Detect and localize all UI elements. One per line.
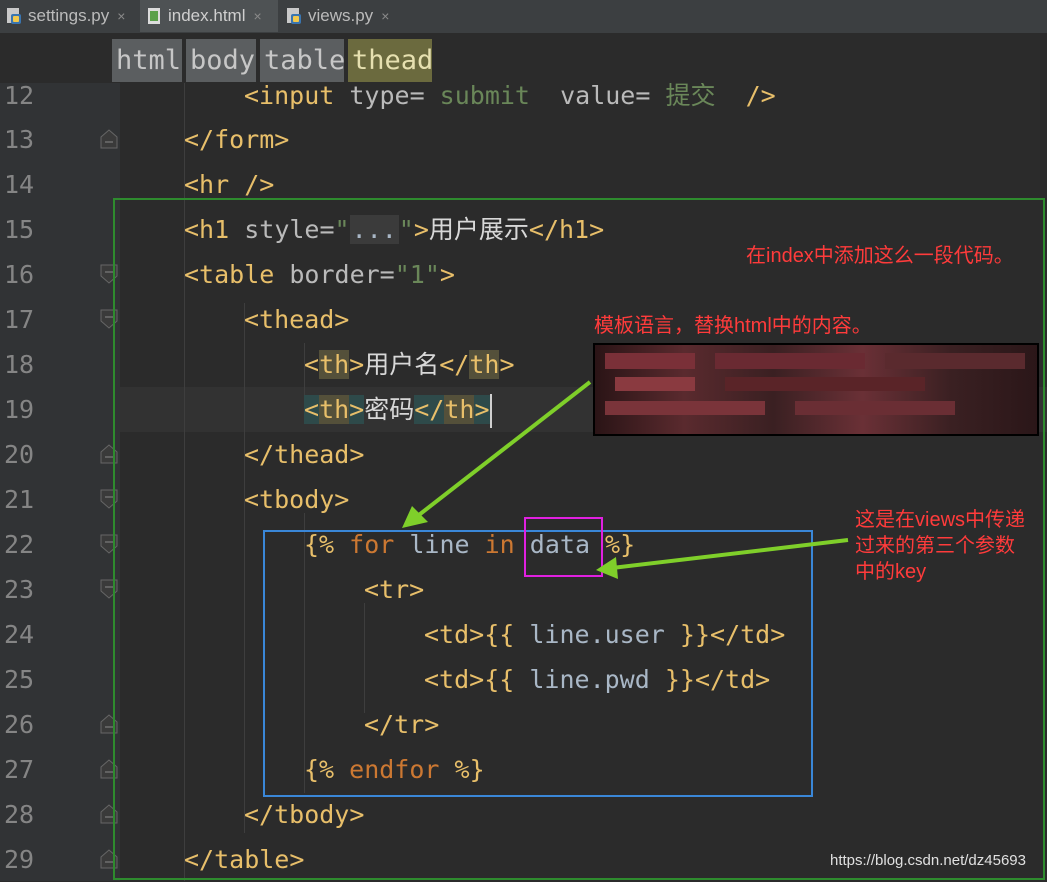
annotation-note-1: 在index中添加这么一段代码。 [746,245,1014,267]
annotation-note-3: 这是在views中传递 过来的第三个参数 中的key [855,507,1025,585]
arrow-to-data-key [611,538,849,570]
annotation-note-3-line: 过来的第三个参数 [855,535,1015,557]
annotation-note-2: 模板语言，替换html中的内容。 [594,315,872,337]
arrow-to-for-loop [413,380,592,520]
annotation-note-3-line: 这是在views中传递 [855,509,1026,531]
arrowhead [596,557,618,579]
annotation-arrows [402,380,849,579]
watermark: https://blog.csdn.net/dz45693 [830,852,1026,869]
annotation-note-3-line: 中的key [855,561,927,583]
